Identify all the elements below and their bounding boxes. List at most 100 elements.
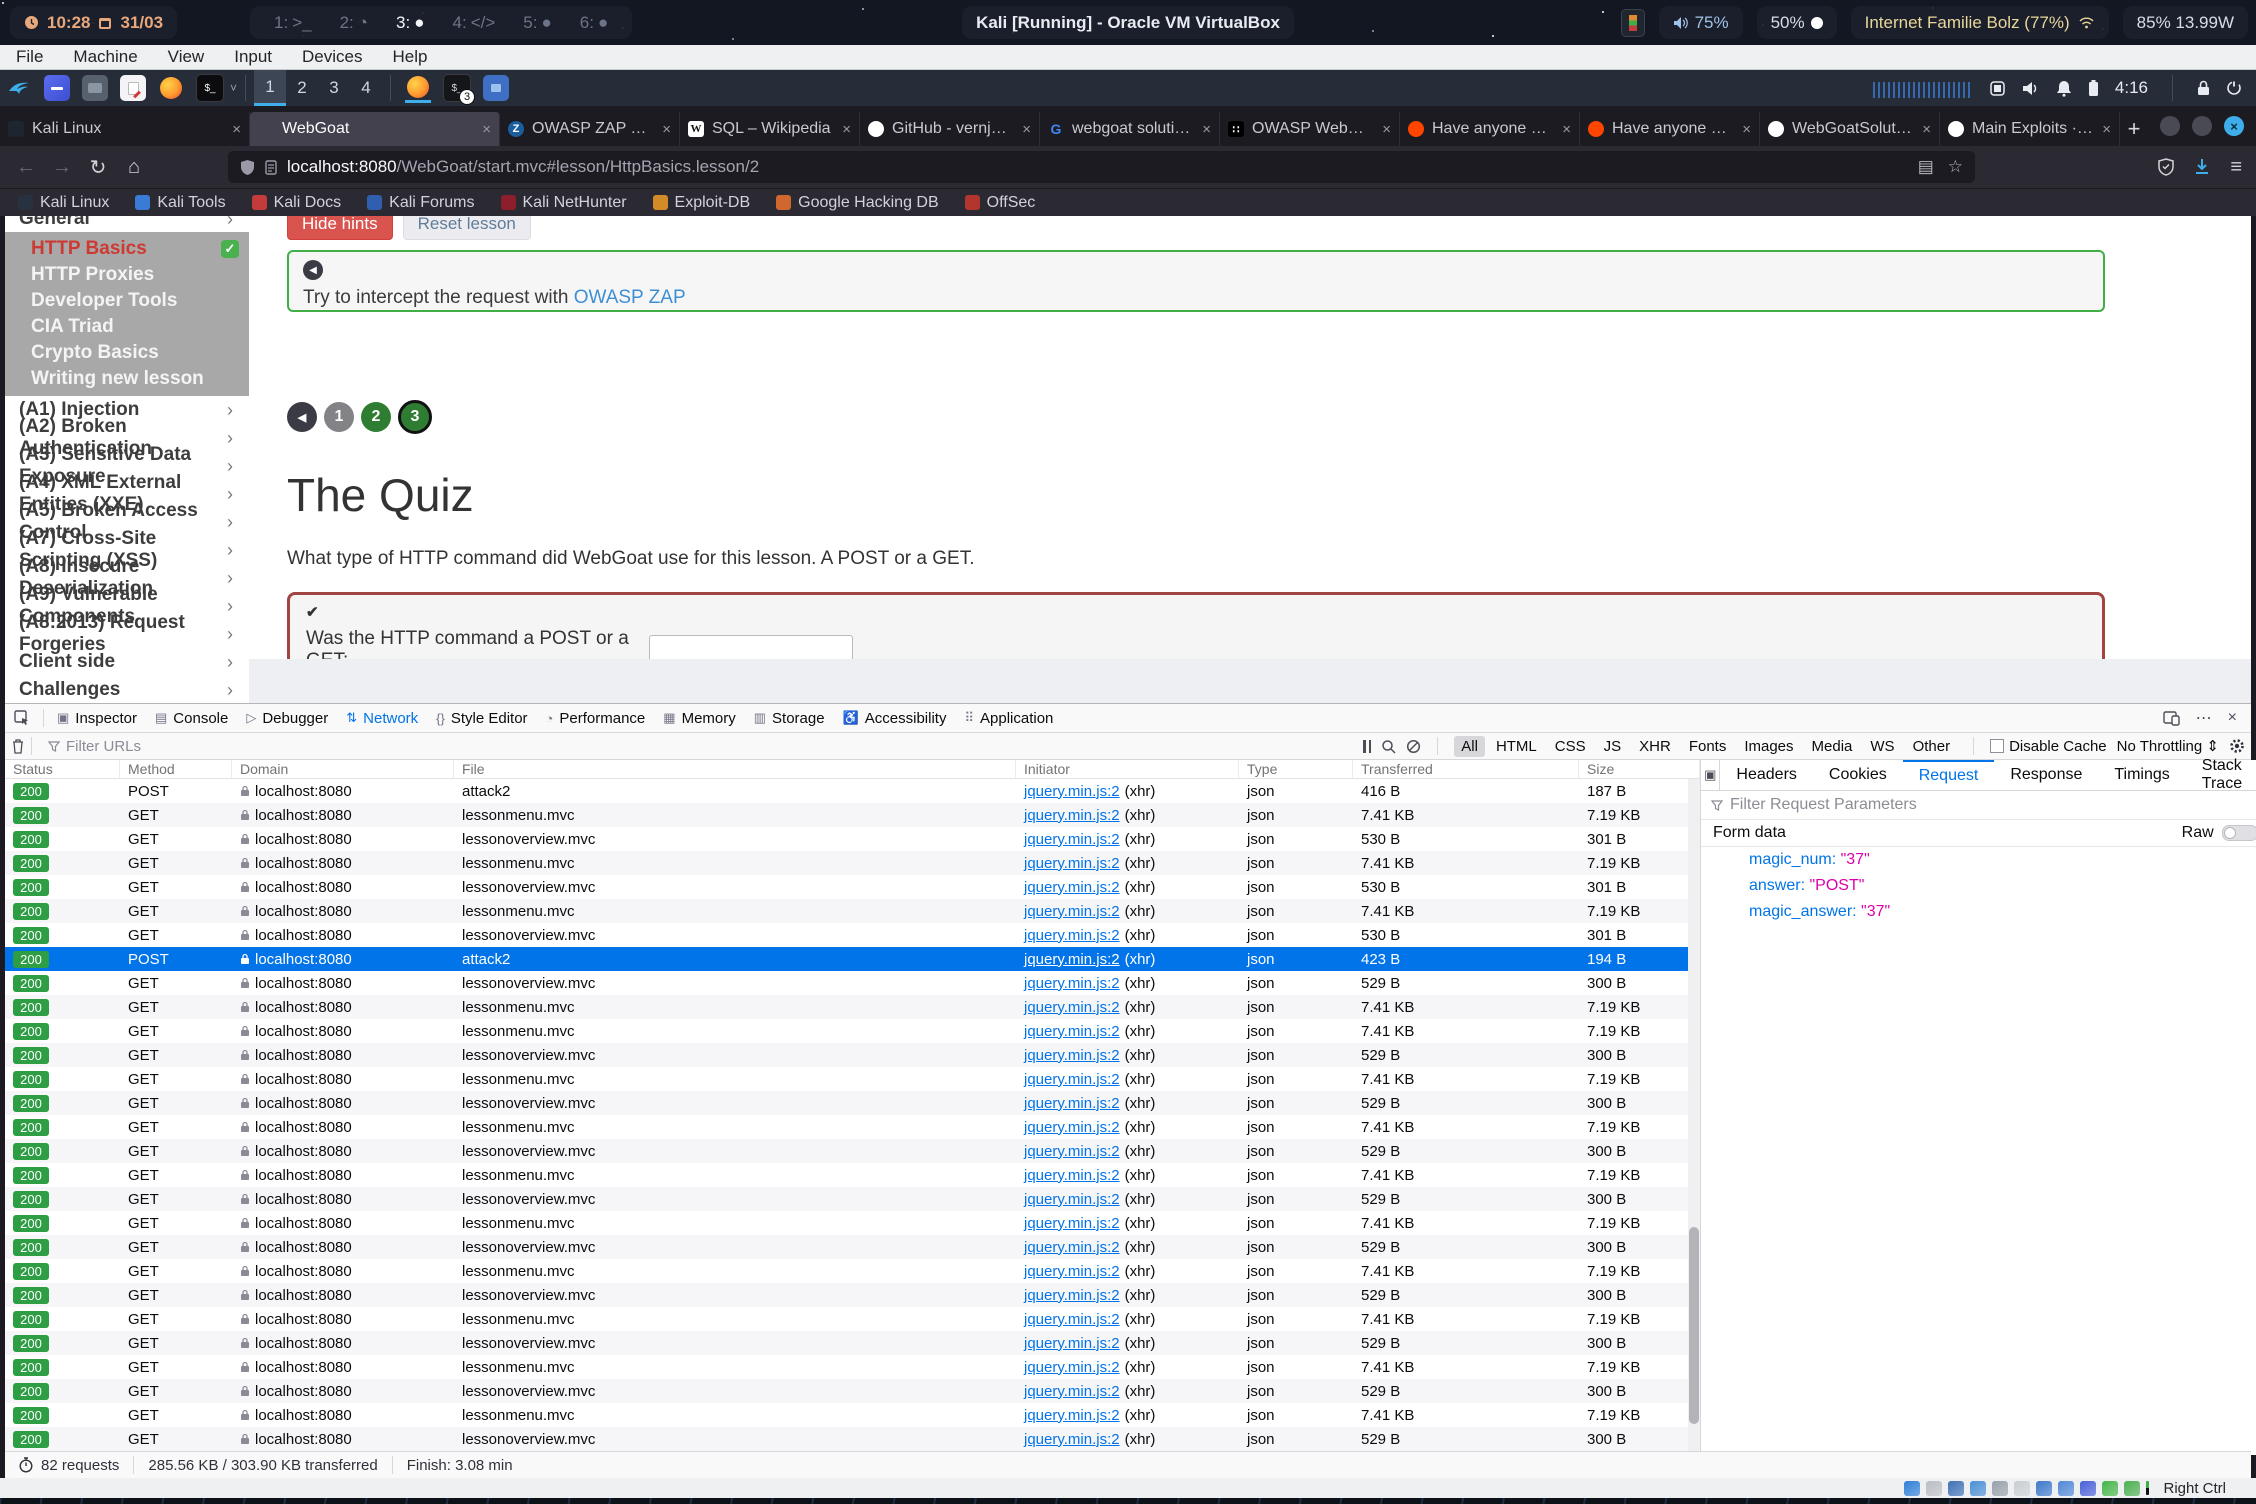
volume-widget[interactable]: 75% <box>1659 6 1743 39</box>
sidebar-lesson-item[interactable]: Crypto Basics <box>5 340 249 366</box>
devtools-menu-icon[interactable]: ⋯ <box>2196 708 2212 728</box>
table-row[interactable]: 200GETlocalhost:8080lessonmenu.mvcjquery… <box>5 1259 1700 1283</box>
tab-close-icon[interactable]: × <box>1022 121 1031 138</box>
kali-menu-button[interactable] <box>6 75 32 101</box>
menu-help[interactable]: Help <box>393 47 428 67</box>
page-3-button[interactable]: 3 <box>398 400 432 434</box>
browser-tab[interactable]: WebGoatSolutions/S× <box>1760 112 1940 146</box>
browser-tab[interactable]: Kali Linux× <box>0 112 250 146</box>
initiator-link[interactable]: jquery.min.js:2 <box>1024 1407 1120 1424</box>
tab-close-icon[interactable]: × <box>1742 121 1751 138</box>
initiator-link[interactable]: jquery.min.js:2 <box>1024 1359 1120 1376</box>
table-row[interactable]: 200GETlocalhost:8080lessonmenu.mvcjquery… <box>5 1403 1700 1427</box>
table-row[interactable]: 200POSTlocalhost:8080attack2jquery.min.j… <box>5 947 1700 971</box>
power-widget[interactable]: 85% 13.99W <box>2123 6 2248 39</box>
sidebar-lesson-item[interactable]: HTTP Proxies <box>5 262 249 288</box>
filter-request-parameters-input[interactable]: Filter Request Parameters <box>1701 791 2256 820</box>
filter-js[interactable]: JS <box>1597 736 1629 757</box>
initiator-link[interactable]: jquery.min.js:2 <box>1024 1263 1120 1280</box>
notifications-bell-icon[interactable] <box>2056 80 2072 97</box>
tab-close-icon[interactable]: × <box>2102 121 2111 138</box>
forward-button[interactable]: → <box>44 151 80 183</box>
column-header-size[interactable]: Size <box>1579 760 1700 778</box>
page-1-button[interactable]: 1 <box>324 402 354 432</box>
initiator-link[interactable]: jquery.min.js:2 <box>1024 1023 1120 1040</box>
initiator-link[interactable]: jquery.min.js:2 <box>1024 903 1120 920</box>
table-row[interactable]: 200GETlocalhost:8080lessonoverview.mvcjq… <box>5 875 1700 899</box>
terminal-indicator-icon[interactable] <box>1621 9 1645 37</box>
scaling-widget[interactable]: 50% <box>1757 6 1837 39</box>
bookmark-item[interactable]: OffSec <box>965 194 1036 212</box>
terminal-launcher-icon[interactable]: $_ <box>196 74 224 102</box>
workspace-button-2[interactable]: 2 <box>286 70 318 106</box>
initiator-link[interactable]: jquery.min.js:2 <box>1024 999 1120 1016</box>
filter-urls-input[interactable]: Filter URLs <box>48 738 141 755</box>
reset-lesson-button[interactable]: Reset lesson <box>403 216 531 240</box>
browser-tab[interactable]: Gwebgoat solutions -× <box>1040 112 1220 146</box>
network-settings-gear-icon[interactable] <box>2229 738 2245 754</box>
initiator-link[interactable]: jquery.min.js:2 <box>1024 1119 1120 1136</box>
tab-close-icon[interactable]: × <box>1202 121 1211 138</box>
workspace-indicator-item[interactable]: 5:● <box>523 13 551 33</box>
filter-css[interactable]: CSS <box>1548 736 1593 757</box>
devtools-tab-style-editor[interactable]: {}Style Editor <box>427 704 536 732</box>
table-row[interactable]: 200GETlocalhost:8080lessonmenu.mvcjquery… <box>5 851 1700 875</box>
clipboard-icon[interactable] <box>1989 80 2006 97</box>
tracking-shield-icon[interactable] <box>240 159 255 176</box>
initiator-link[interactable]: jquery.min.js:2 <box>1024 1191 1120 1208</box>
search-icon[interactable] <box>1381 739 1396 754</box>
workspace-indicator-item[interactable]: 4:</> <box>453 13 496 33</box>
initiator-link[interactable]: jquery.min.js:2 <box>1024 1335 1120 1352</box>
features-icon[interactable] <box>2080 1481 2096 1496</box>
bookmark-item[interactable]: Google Hacking DB <box>776 194 939 212</box>
browser-tab[interactable]: GitHub - vernjan/we× <box>860 112 1040 146</box>
account-shield-icon[interactable] <box>2158 158 2174 176</box>
browser-tab[interactable]: Have anyone comple× <box>1400 112 1580 146</box>
table-row[interactable]: 200GETlocalhost:8080lessonoverview.mvcjq… <box>5 1091 1700 1115</box>
filter-ws[interactable]: WS <box>1863 736 1901 757</box>
file-manager-icon[interactable] <box>82 75 108 101</box>
initiator-link[interactable]: jquery.min.js:2 <box>1024 879 1120 896</box>
terminal-running-icon[interactable]: $_3 <box>443 74 471 102</box>
browser-tab[interactable]: Main Exploits · Web× <box>1940 112 2120 146</box>
sidebar-item-general[interactable]: General› <box>5 216 249 232</box>
hide-hints-button[interactable]: Hide hints <box>287 216 393 240</box>
tab-close-icon[interactable]: × <box>1382 121 1391 138</box>
pick-element-button[interactable] <box>5 704 39 732</box>
workspace-button-1[interactable]: 1 <box>254 70 286 106</box>
table-row[interactable]: 200GETlocalhost:8080lessonmenu.mvcjquery… <box>5 1307 1700 1331</box>
battery-tray-icon[interactable] <box>2088 80 2099 97</box>
throttling-select[interactable]: No Throttling ⇕ <box>2117 737 2219 755</box>
filter-fonts[interactable]: Fonts <box>1682 736 1734 757</box>
column-header-initiator[interactable]: Initiator <box>1016 760 1239 778</box>
initiator-link[interactable]: jquery.min.js:2 <box>1024 1047 1120 1064</box>
firefox-launcher-icon[interactable] <box>158 75 184 101</box>
filter-all[interactable]: All <box>1454 736 1485 757</box>
initiator-link[interactable]: jquery.min.js:2 <box>1024 927 1120 944</box>
sidebar-lesson-item[interactable]: Developer Tools <box>5 288 249 314</box>
firefox-running-icon[interactable] <box>405 74 431 103</box>
table-row[interactable]: 200GETlocalhost:8080lessonoverview.mvcjq… <box>5 1139 1700 1163</box>
bookmark-item[interactable]: Kali Docs <box>252 194 342 212</box>
tab-close-icon[interactable]: × <box>1562 121 1571 138</box>
browser-tab[interactable]: ∷OWASP WebGoat: G× <box>1220 112 1400 146</box>
shared-folders-icon[interactable] <box>2014 1481 2030 1496</box>
tab-close-icon[interactable]: × <box>232 121 241 138</box>
hard-disks-icon[interactable] <box>1904 1481 1920 1496</box>
maximize-button[interactable] <box>2192 116 2212 136</box>
details-tab-response[interactable]: Response <box>1994 760 2098 790</box>
table-row[interactable]: 200GETlocalhost:8080lessonoverview.mvcjq… <box>5 1427 1700 1451</box>
new-tab-button[interactable]: + <box>2120 112 2148 146</box>
text-editor-icon[interactable] <box>120 75 146 101</box>
table-row[interactable]: 200GETlocalhost:8080lessonoverview.mvcjq… <box>5 923 1700 947</box>
devtools-tab-inspector[interactable]: ▣Inspector <box>48 704 146 732</box>
owasp-zap-link[interactable]: OWASP ZAP <box>574 287 686 308</box>
initiator-link[interactable]: jquery.min.js:2 <box>1024 855 1120 872</box>
initiator-link[interactable]: jquery.min.js:2 <box>1024 1311 1120 1328</box>
column-header-file[interactable]: File <box>454 760 1016 778</box>
reload-button[interactable]: ↻ <box>80 151 116 183</box>
table-row[interactable]: 200GETlocalhost:8080lessonmenu.mvcjquery… <box>5 1067 1700 1091</box>
column-header-transferred[interactable]: Transferred <box>1353 760 1579 778</box>
table-row[interactable]: 200GETlocalhost:8080lessonoverview.mvcjq… <box>5 1043 1700 1067</box>
files-running-icon[interactable] <box>483 75 509 101</box>
